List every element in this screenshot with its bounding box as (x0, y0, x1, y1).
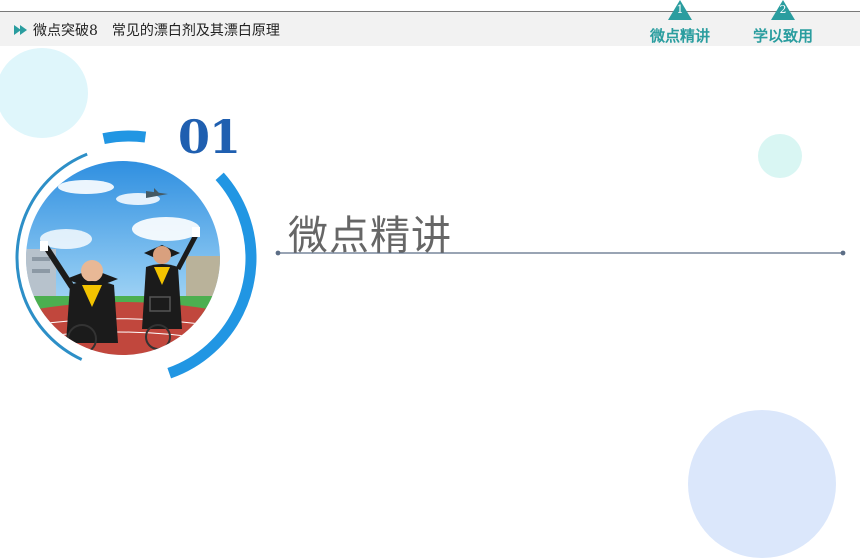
graduation-photo (26, 161, 220, 355)
section-title: 微点精讲 (288, 213, 452, 259)
section-number: 01 (178, 110, 241, 164)
